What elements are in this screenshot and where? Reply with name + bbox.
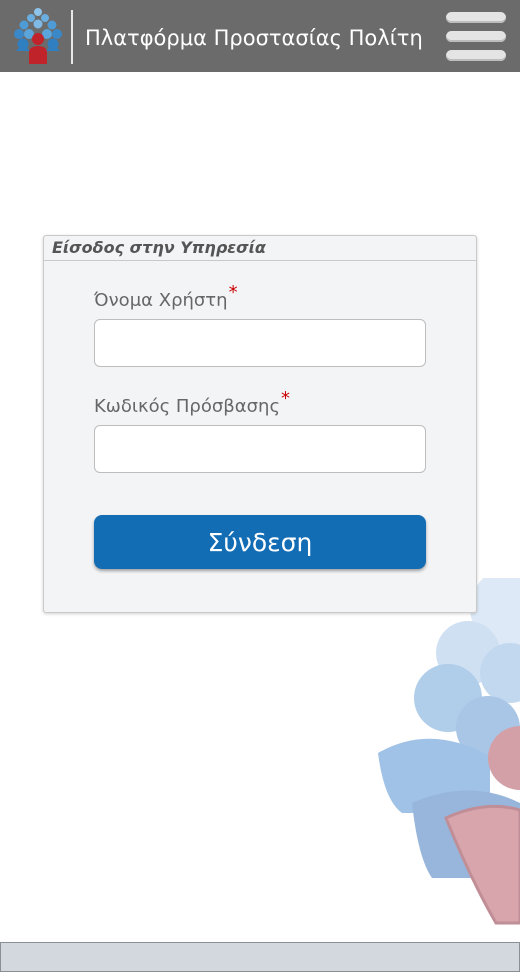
footer-bar [0, 942, 520, 972]
password-label-text: Κωδικός Πρόσβασης [94, 396, 281, 417]
menu-bar [446, 50, 506, 61]
menu-bar [446, 12, 506, 23]
password-label: Κωδικός Πρόσβασης* [94, 388, 290, 417]
username-label: Όνομα Χρήστη* [94, 282, 238, 311]
username-label-text: Όνομα Χρήστη [94, 290, 228, 311]
app-title: Πλατφόρμα Προστασίας Πολίτη [85, 26, 423, 50]
login-panel: Είσοδος στην Υπηρεσία Όνομα Χρήστη* Κωδι… [43, 235, 477, 613]
header-divider [71, 10, 73, 64]
people-background-graphic [378, 578, 520, 925]
password-input[interactable] [94, 425, 426, 473]
login-legend: Είσοδος στην Υπηρεσία [52, 238, 266, 257]
username-input[interactable] [94, 319, 426, 367]
login-button[interactable]: Σύνδεση [94, 515, 426, 569]
menu-bar [446, 31, 506, 42]
required-marker: * [228, 282, 238, 303]
civil-protection-logo-icon[interactable] [12, 6, 64, 66]
required-marker: * [281, 388, 291, 409]
legend-divider [44, 260, 476, 261]
hamburger-menu-icon[interactable] [446, 12, 506, 62]
app-header: Πλατφόρμα Προστασίας Πολίτη [0, 0, 520, 72]
